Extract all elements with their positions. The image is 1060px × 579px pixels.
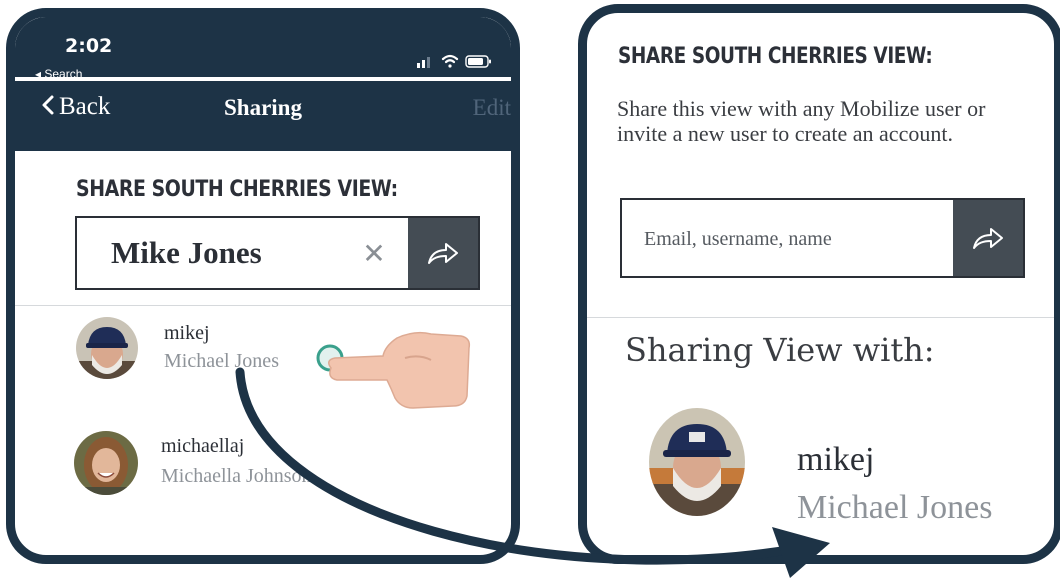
flow-arrow [235,367,830,578]
